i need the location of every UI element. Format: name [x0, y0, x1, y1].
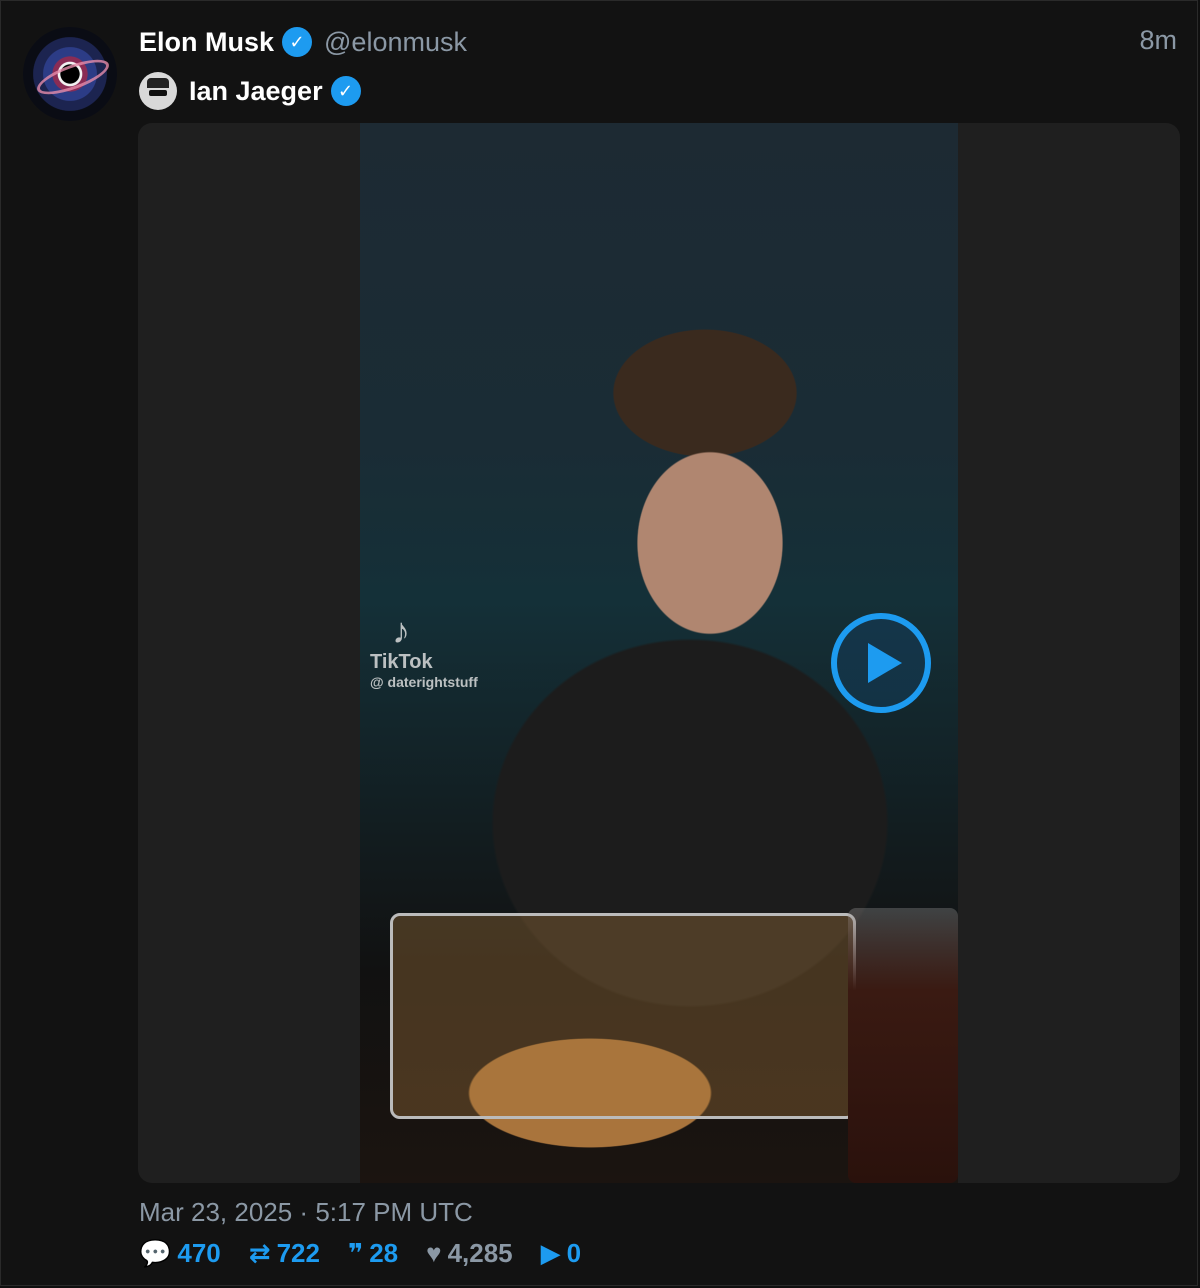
- quote-count[interactable]: ❞ 28: [348, 1238, 398, 1269]
- retweet-icon: ⇄: [248, 1237, 271, 1268]
- tiktok-watermark-handle: @ daterightstuff: [370, 674, 478, 690]
- author-avatar[interactable]: [23, 27, 117, 121]
- author-name[interactable]: Elon Musk: [139, 27, 274, 58]
- video-frame[interactable]: ♪ TikTok @ daterightstuff: [360, 123, 958, 1183]
- like-count[interactable]: ♥ 4,285: [426, 1238, 513, 1269]
- reply-icon: 💬: [139, 1237, 172, 1268]
- video-media[interactable]: ♪ TikTok @ daterightstuff: [138, 123, 1180, 1183]
- tiktok-logo-icon: ♪: [392, 610, 410, 651]
- play-views-icon: ▶: [540, 1237, 561, 1268]
- reply-count[interactable]: 💬 470: [139, 1238, 221, 1269]
- quoted-user-avatar: [139, 72, 177, 110]
- engagement-stats: 💬 470 ⇄ 722 ❞ 28 ♥ 4,285 ▶ 0: [139, 1235, 609, 1271]
- verified-badge-icon: ✓: [330, 76, 361, 106]
- quote-icon: ❞: [347, 1237, 364, 1268]
- tiktok-watermark-text: TikTok: [370, 651, 433, 673]
- quote-count-value: 28: [369, 1237, 399, 1268]
- drink-glass: [848, 908, 958, 1183]
- play-button[interactable]: [831, 613, 931, 713]
- author-handle[interactable]: @elonmusk: [324, 27, 467, 58]
- tweet-header: Elon Musk ✓ @elonmusk: [139, 25, 467, 59]
- relative-time[interactable]: 8m: [1139, 25, 1177, 56]
- quoted-user[interactable]: Ian Jaeger ✓: [139, 72, 361, 110]
- verified-badge-icon: ✓: [282, 27, 313, 57]
- heart-icon: ♥: [426, 1237, 442, 1268]
- retweet-count-value: 722: [276, 1237, 320, 1268]
- nachos-plate: [390, 913, 856, 1119]
- quoted-user-name: Ian Jaeger: [189, 75, 323, 106]
- tweet-timestamp[interactable]: Mar 23, 2025 · 5:17 PM UTC: [139, 1197, 473, 1228]
- tweet-card: Elon Musk ✓ @elonmusk 8m Ian Jaeger ✓ ♪ …: [0, 0, 1198, 1286]
- play-icon: [868, 643, 902, 683]
- like-count-value: 4,285: [447, 1237, 513, 1268]
- view-count-value: 0: [566, 1237, 582, 1268]
- tiktok-watermark: ♪ TikTok @ daterightstuff: [370, 610, 478, 691]
- reply-count-value: 470: [177, 1237, 221, 1268]
- retweet-count[interactable]: ⇄ 722: [249, 1238, 320, 1269]
- view-count[interactable]: ▶ 0: [541, 1238, 581, 1269]
